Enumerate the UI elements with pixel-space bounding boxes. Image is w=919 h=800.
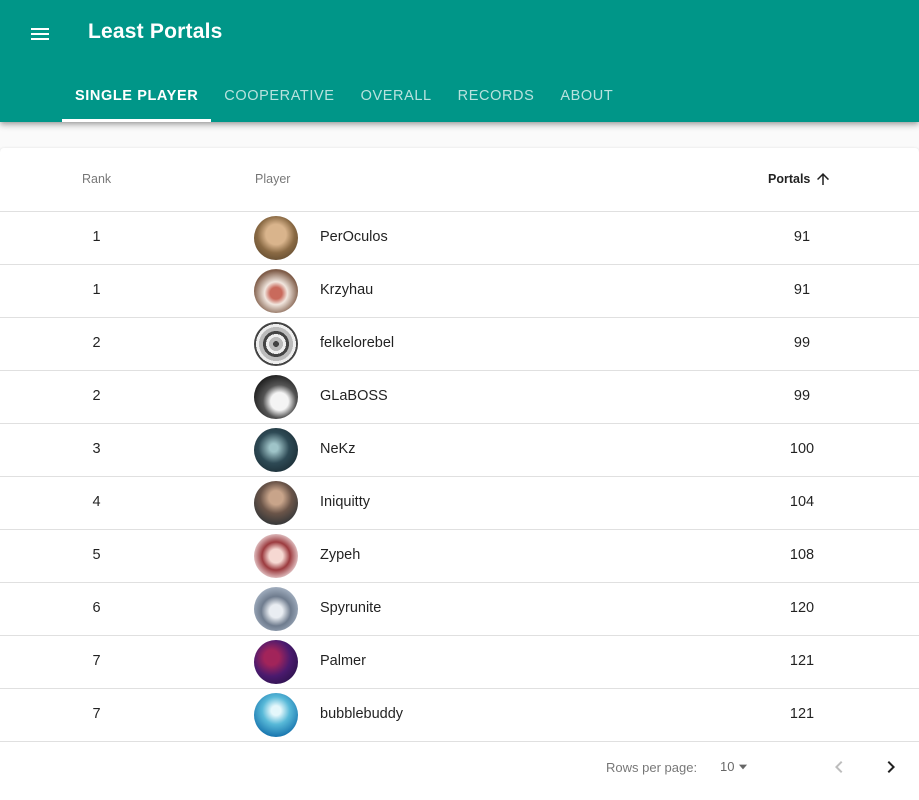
portals-cell: 121 (789, 706, 815, 722)
table-row: 1 Krzyhau 91 (0, 265, 919, 318)
player-name[interactable]: bubblebuddy (320, 706, 403, 722)
player-avatar[interactable] (254, 640, 298, 684)
rank-cell: 2 (92, 388, 101, 404)
table-row: 7 bubblebuddy 121 (0, 689, 919, 742)
player-avatar[interactable] (254, 322, 298, 366)
next-page-button[interactable] (878, 754, 904, 780)
rows-per-page-label: Rows per page: (606, 760, 698, 775)
player-avatar[interactable] (254, 534, 298, 578)
leaderboard-card: Rank Player Portals 1 PerOculos 91 1 Krz… (0, 148, 919, 800)
portals-cell: 91 (793, 229, 811, 245)
table-row: 2 GLaBOSS 99 (0, 371, 919, 424)
player-avatar[interactable] (254, 587, 298, 631)
chevron-right-icon (887, 761, 895, 773)
table-header: Rank Player Portals (0, 148, 919, 212)
portals-cell: 99 (793, 388, 811, 404)
player-avatar[interactable] (254, 428, 298, 472)
player-name[interactable]: Iniquitty (320, 494, 370, 510)
player-avatar[interactable] (254, 375, 298, 419)
tab-bar: SINGLE PLAYER COOPERATIVE OVERALL RECORD… (62, 70, 626, 122)
tab-about[interactable]: ABOUT (547, 70, 626, 122)
portals-cell: 121 (789, 653, 815, 669)
portals-cell: 108 (789, 547, 815, 563)
player-avatar[interactable] (254, 216, 298, 260)
table-row: 2 felkelorebel 99 (0, 318, 919, 371)
rank-cell: 2 (92, 335, 101, 351)
portals-cell: 104 (789, 494, 815, 510)
table-row: 5 Zypeh 108 (0, 530, 919, 583)
menu-icon (31, 28, 49, 40)
portals-column-header[interactable]: Portals (768, 170, 832, 188)
rank-cell: 6 (92, 600, 101, 616)
tab-records[interactable]: RECORDS (445, 70, 548, 122)
previous-page-button[interactable] (826, 754, 852, 780)
tab-cooperative[interactable]: COOPERATIVE (211, 70, 347, 122)
player-name[interactable]: NeKz (320, 441, 355, 457)
caret-down-icon (739, 764, 748, 769)
table-row: 3 NeKz 100 (0, 424, 919, 477)
player-name[interactable]: Palmer (320, 653, 366, 669)
app-bar: Least Portals SINGLE PLAYER COOPERATIVE … (0, 0, 919, 122)
portals-cell: 120 (789, 600, 815, 616)
rank-cell: 4 (92, 494, 101, 510)
tab-overall[interactable]: OVERALL (348, 70, 445, 122)
app-title: Least Portals (88, 20, 223, 43)
portals-header-label: Portals (768, 172, 811, 186)
rows-per-page-value: 10 (720, 759, 735, 774)
player-name[interactable]: Zypeh (320, 547, 360, 563)
player-avatar[interactable] (254, 481, 298, 525)
menu-button[interactable] (16, 12, 64, 56)
tab-single-player[interactable]: SINGLE PLAYER (62, 70, 212, 122)
portals-cell: 99 (793, 335, 811, 351)
chevron-left-icon (835, 761, 843, 773)
rank-column-header[interactable]: Rank (82, 172, 111, 186)
player-name[interactable]: PerOculos (320, 229, 388, 245)
rank-cell: 1 (92, 229, 101, 245)
player-avatar[interactable] (254, 693, 298, 737)
arrow-up-icon (817, 173, 830, 185)
table-pagination: Rows per page: 10 (0, 742, 919, 800)
rank-cell: 5 (92, 547, 101, 563)
player-column-header[interactable]: Player (255, 172, 290, 186)
player-avatar[interactable] (254, 269, 298, 313)
table-row: 7 Palmer 121 (0, 636, 919, 689)
portals-cell: 91 (793, 282, 811, 298)
table-row: 1 PerOculos 91 (0, 212, 919, 265)
rank-cell: 7 (92, 653, 101, 669)
player-name[interactable]: Krzyhau (320, 282, 373, 298)
rows-per-page-select[interactable]: 10 (720, 759, 750, 774)
player-name[interactable]: GLaBOSS (320, 388, 388, 404)
player-name[interactable]: Spyrunite (320, 600, 381, 616)
player-name[interactable]: felkelorebel (320, 335, 394, 351)
table-row: 6 Spyrunite 120 (0, 583, 919, 636)
rank-cell: 3 (92, 441, 101, 457)
portals-cell: 100 (789, 441, 815, 457)
rank-cell: 7 (92, 706, 101, 722)
table-row: 4 Iniquitty 104 (0, 477, 919, 530)
rank-cell: 1 (92, 282, 101, 298)
